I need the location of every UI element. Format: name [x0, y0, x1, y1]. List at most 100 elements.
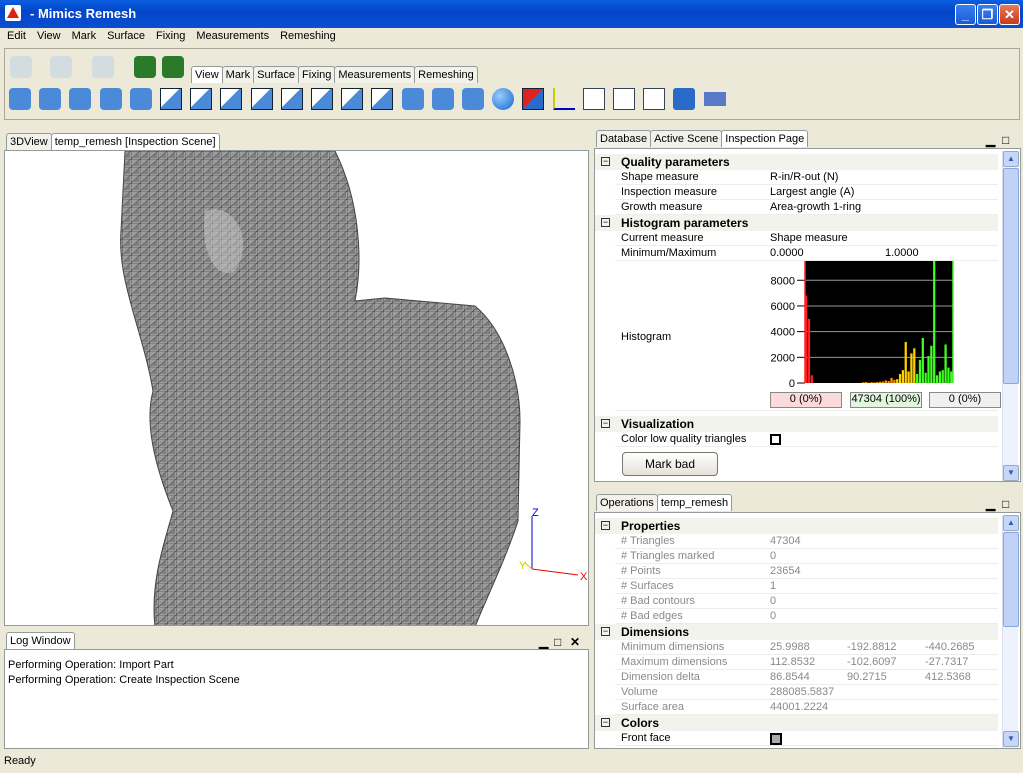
section-title: Properties [621, 519, 681, 533]
menu-remeshing[interactable]: Remeshing [273, 28, 340, 42]
prop-row: Current measure Shape measure [615, 231, 998, 246]
log-close-button[interactable]: ✕ [570, 635, 580, 649]
tab-operations[interactable]: Operations [596, 494, 658, 511]
tab-database[interactable]: Database [596, 130, 652, 147]
menu-measurements[interactable]: Measurements [189, 28, 273, 42]
prop-row: Dimension delta 86.8544 90.2715 412.5368 [615, 670, 998, 685]
tab-fixing[interactable]: Fixing [298, 66, 336, 83]
histogram-bar [924, 372, 927, 383]
log-maximize-button[interactable]: □ [554, 635, 561, 649]
menu-surface[interactable]: Surface [100, 28, 149, 42]
scroll-down-button[interactable]: ▼ [1003, 465, 1019, 481]
view-iso-icon[interactable] [341, 88, 364, 110]
minimize-button[interactable]: _ [955, 4, 976, 25]
histogram-bar [893, 379, 896, 383]
log-content: Performing Operation: Import Part Perfor… [4, 649, 589, 749]
scroll-down-button[interactable]: ▼ [1003, 731, 1019, 747]
view-right-icon[interactable] [250, 88, 273, 110]
panel-props-icon[interactable] [643, 88, 666, 110]
backface-icon[interactable] [522, 88, 545, 110]
select-part-icon[interactable] [134, 56, 156, 78]
prop-row: Volume 288085.5837 [615, 685, 998, 700]
prop-cell: 25.9988 [770, 641, 810, 653]
prop-cell: # Surfaces [621, 580, 674, 592]
prop-row: # Triangles 47304 [615, 534, 998, 549]
section-histogram[interactable]: − Histogram parameters [595, 215, 998, 231]
log-line: Performing Operation: Import Part [8, 659, 174, 671]
section-colors[interactable]: − Colors [595, 715, 998, 731]
view-back-icon[interactable] [190, 88, 213, 110]
menu-fixing[interactable]: Fixing [149, 28, 189, 42]
color-low-checkbox[interactable] [770, 434, 781, 445]
panel-tree-icon[interactable] [613, 88, 635, 110]
histogram-bar [910, 353, 913, 383]
axes-icon[interactable] [552, 88, 575, 110]
wireframe-icon[interactable] [371, 88, 394, 110]
menu-mark[interactable]: Mark [65, 28, 100, 42]
panel-maximize-button[interactable]: □ [1002, 133, 1009, 147]
pan-icon[interactable] [9, 88, 31, 110]
tab-view[interactable]: View [191, 66, 223, 83]
log-tab[interactable]: Log Window [6, 632, 75, 649]
tab-surface[interactable]: Surface [253, 66, 300, 83]
tab-3dview[interactable]: 3DView [6, 133, 52, 150]
section-visualization[interactable]: − Visualization [595, 416, 998, 432]
select-disabled-icon[interactable] [92, 56, 114, 78]
3d-viewport[interactable]: Z Y X [4, 150, 589, 626]
scrollbar[interactable]: ▲ ▼ [1002, 151, 1019, 481]
section-title: Dimensions [621, 625, 690, 639]
menu-edit[interactable]: Edit [0, 28, 30, 42]
triangles-icon[interactable] [462, 88, 484, 110]
mark-bad-button[interactable]: Mark bad [622, 452, 718, 476]
undo-icon[interactable] [10, 56, 32, 78]
shaded-edges-icon[interactable] [431, 88, 454, 110]
tab-inspection-page[interactable]: Inspection Page [721, 130, 809, 147]
section-properties[interactable]: − Properties [595, 518, 998, 534]
view-bottom-icon[interactable] [311, 88, 333, 110]
view-top-icon[interactable] [280, 88, 303, 110]
redo-icon[interactable] [50, 56, 72, 78]
panel-minimize-button[interactable]: ▁ [986, 133, 995, 147]
panel-maximize-button[interactable]: □ [1002, 497, 1009, 511]
tab-active-scene[interactable]: Active Scene [650, 130, 723, 147]
tab-remeshing[interactable]: Remeshing [414, 66, 478, 83]
view-front-icon[interactable] [160, 88, 182, 110]
high-count: 0 (0%) [929, 392, 1001, 408]
prop-cell: -102.6097 [847, 656, 897, 668]
maximize-button[interactable]: ❐ [977, 4, 998, 25]
tab-temp-remesh[interactable]: temp_remesh [656, 494, 733, 511]
log-minimize-button[interactable]: ▁ [539, 635, 548, 649]
inspection-panel: Database Active Scene Inspection Page ▁ □ … [594, 130, 1021, 482]
scroll-thumb[interactable] [1003, 168, 1019, 384]
tab-measurements[interactable]: Measurements [334, 66, 416, 83]
section-dimensions[interactable]: − Dimensions [595, 624, 998, 640]
close-button[interactable]: ✕ [999, 4, 1020, 25]
scroll-up-button[interactable]: ▲ [1003, 151, 1019, 167]
panel-minimize-button[interactable]: ▁ [986, 497, 995, 511]
settings-icon[interactable] [673, 88, 696, 110]
collapse-icon: − [601, 217, 610, 227]
zoom-region-icon[interactable] [129, 88, 152, 110]
tab-mark[interactable]: Mark [221, 66, 255, 83]
scrollbar[interactable]: ▲ ▼ [1002, 515, 1019, 748]
panel-list-icon[interactable] [582, 88, 605, 110]
zoom-out-icon[interactable] [99, 88, 122, 110]
shaded-icon[interactable] [401, 88, 424, 110]
part-panel: Operations temp_remesh ▁ □ ▲ ▼ − Propertie… [594, 494, 1021, 749]
histogram-bar [904, 341, 907, 383]
scroll-up-button[interactable]: ▲ [1003, 515, 1019, 531]
menu-view[interactable]: View [30, 28, 65, 42]
axis-y-label: Y [519, 560, 527, 572]
collapse-icon: − [601, 418, 610, 428]
rotate-icon[interactable] [39, 88, 62, 110]
section-quality[interactable]: − Quality parameters [595, 154, 998, 170]
keyboard-icon[interactable] [703, 92, 726, 106]
front-face-color-swatch[interactable] [770, 733, 782, 745]
scroll-thumb[interactable] [1003, 532, 1019, 627]
zoom-in-icon[interactable] [69, 88, 92, 110]
tab-inspection-scene[interactable]: temp_remesh [Inspection Scene] [50, 133, 220, 150]
prop-cell: Volume [621, 686, 658, 698]
prop-cell: 90.2715 [847, 671, 887, 683]
select-part-alt-icon[interactable] [162, 56, 184, 78]
view-left-icon[interactable] [220, 88, 243, 110]
